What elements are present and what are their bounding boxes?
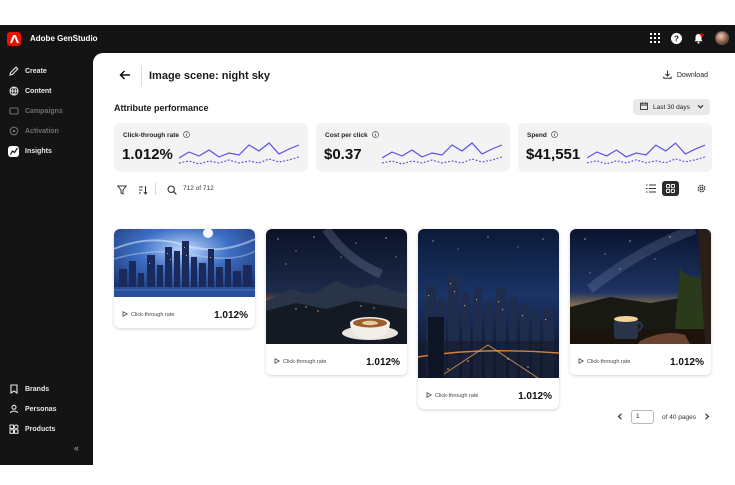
top-bar: Adobe GenStudio ? (0, 25, 735, 53)
metric-card-cpc[interactable]: Cost per click $0.37 (316, 123, 510, 172)
svg-text:?: ? (674, 34, 679, 43)
pencil-icon (8, 66, 19, 77)
section-title: Attribute performance (114, 103, 209, 113)
sidebar-item-label: Products (25, 425, 56, 433)
list-view-button[interactable] (642, 181, 659, 196)
back-arrow-icon[interactable] (118, 68, 132, 82)
sidebar-item-label: Personas (25, 405, 57, 413)
total-pages-label: of 40 pages (662, 413, 696, 421)
metric-value: $0.37 (324, 146, 362, 163)
sidebar-item-create[interactable]: Create (5, 63, 89, 79)
product-icon (8, 424, 19, 435)
settings-gear-icon[interactable] (696, 183, 707, 194)
chevron-down-icon (697, 103, 704, 112)
divider (141, 66, 142, 86)
card-metric-value: 1.012% (366, 357, 400, 368)
metric-label: Cost per click (325, 132, 368, 139)
play-icon (578, 358, 585, 366)
grid-toolbar: 712 of 712 (115, 181, 712, 199)
sidebar-item-label: Create (25, 67, 47, 75)
card-metric-value: 1.012% (518, 391, 552, 402)
sparkline (382, 142, 503, 165)
sparkline (587, 142, 706, 165)
apps-grid-icon[interactable] (649, 33, 660, 44)
grid-icon (666, 180, 675, 198)
sidebar-item-label: Content (25, 87, 52, 95)
card-metric-value: 1.012% (214, 310, 248, 321)
card-metric-label: Click-through rate (283, 359, 327, 365)
date-range-label: Last 30 days (653, 103, 690, 111)
sidebar-item-label: Brands (25, 385, 50, 393)
asset-image-night-city (418, 229, 559, 379)
card-metric-label: Click-through rate (131, 312, 175, 318)
sidebar-item-label: Campaigns (25, 107, 63, 115)
metric-value: 1.012% (122, 146, 173, 163)
asset-image-coffee-mountains (266, 229, 407, 344)
search-icon[interactable] (166, 184, 177, 195)
grid-view-button[interactable] (662, 181, 679, 196)
info-icon[interactable] (371, 131, 379, 140)
sidebar-item-products[interactable]: Products (5, 421, 89, 437)
play-icon (274, 358, 281, 366)
sidebar-item-activation[interactable]: Activation (5, 123, 89, 139)
result-count: 712 of 712 (183, 185, 214, 192)
info-icon[interactable] (551, 131, 558, 140)
date-range-picker[interactable]: Last 30 days (633, 99, 710, 115)
next-page-chevron-icon[interactable] (704, 412, 710, 422)
asset-card[interactable]: Click-through rate 1.012% (570, 229, 711, 375)
sidebar: Create Content Campaigns Activation Insi… (0, 53, 93, 465)
app-title: Adobe GenStudio (30, 34, 98, 43)
play-icon (122, 311, 129, 319)
metric-label: Click-through rate (123, 132, 179, 139)
brand-icon (8, 384, 19, 395)
asset-image-city-skyline (114, 229, 255, 297)
collapse-sidebar-button[interactable]: « (74, 443, 79, 453)
metric-card-spend[interactable]: Spend $41,551 (518, 123, 712, 172)
metric-label: Spend (527, 132, 547, 139)
sort-icon[interactable] (137, 184, 148, 195)
play-icon (426, 392, 433, 400)
divider (155, 183, 156, 195)
metric-card-ctr[interactable]: Click-through rate 1.012% (114, 123, 308, 172)
page-title: Image scene: night sky (149, 70, 271, 82)
asset-card[interactable]: Click-through rate 1.012% (418, 229, 559, 409)
prev-page-chevron-icon[interactable] (617, 412, 623, 422)
card-metric-value: 1.012% (670, 357, 704, 368)
campaign-icon (8, 106, 19, 117)
chart-icon (8, 145, 19, 157)
persona-icon (8, 404, 19, 415)
download-label: Download (676, 72, 708, 79)
main-content: Image scene: night sky Download Attribut… (93, 53, 735, 465)
asset-card[interactable]: Click-through rate 1.012% (114, 229, 255, 328)
sidebar-item-content[interactable]: Content (5, 83, 89, 99)
sidebar-item-label: Insights (25, 147, 52, 155)
metric-value: $41,551 (526, 146, 581, 163)
card-metric-label: Click-through rate (587, 359, 631, 365)
globe-icon (8, 86, 19, 97)
download-button[interactable]: Download (663, 70, 708, 81)
download-icon (663, 70, 672, 81)
page-number-input[interactable]: 1 (631, 410, 655, 424)
pagination: 1 of 40 pages (617, 410, 710, 424)
sidebar-item-insights[interactable]: Insights (5, 143, 89, 159)
sparkline (179, 142, 300, 165)
adobe-logo-icon[interactable] (7, 32, 21, 46)
list-icon (645, 180, 656, 198)
user-avatar[interactable] (715, 31, 729, 45)
asset-image-window-mug (570, 229, 711, 344)
activation-icon (8, 126, 19, 137)
filter-icon[interactable] (116, 184, 127, 195)
asset-card[interactable]: Click-through rate 1.012% (266, 229, 407, 375)
calendar-icon (640, 102, 648, 112)
sidebar-item-campaigns[interactable]: Campaigns (5, 103, 89, 119)
app-window: Adobe GenStudio ? Create Content Campaig… (0, 25, 735, 465)
sidebar-item-label: Activation (25, 127, 59, 135)
sidebar-item-brands[interactable]: Brands (5, 381, 89, 397)
help-icon[interactable]: ? (671, 32, 682, 44)
sidebar-item-personas[interactable]: Personas (5, 401, 89, 417)
notification-bell-icon[interactable] (693, 32, 704, 44)
card-metric-label: Click-through rate (435, 393, 479, 399)
